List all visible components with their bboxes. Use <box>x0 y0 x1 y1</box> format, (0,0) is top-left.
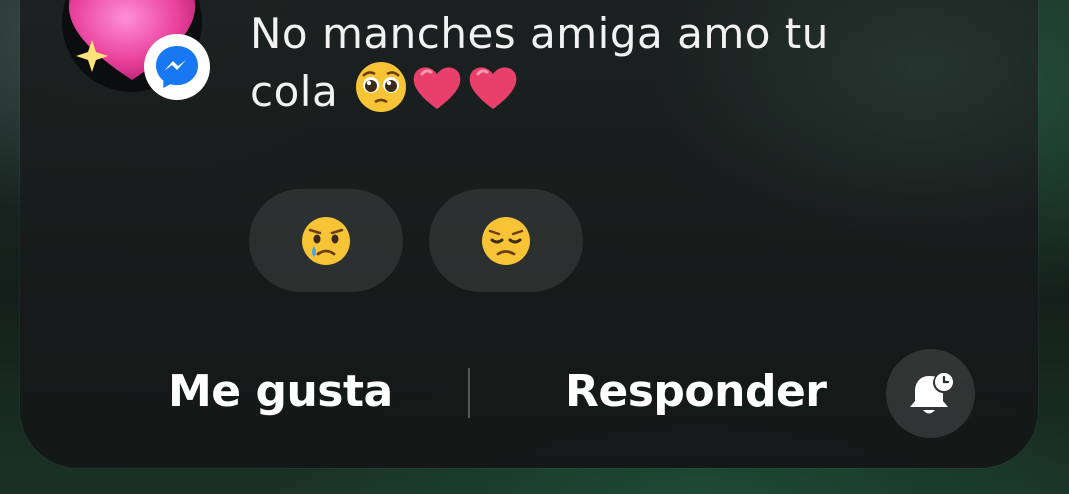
like-button[interactable]: Me gusta <box>168 362 393 422</box>
messenger-icon <box>156 46 198 88</box>
reply-button[interactable]: Responder <box>565 362 827 422</box>
reaction-crying-button[interactable] <box>249 189 403 292</box>
reaction-disappointed-button[interactable] <box>429 189 583 292</box>
sender-avatar-group[interactable] <box>62 0 212 102</box>
red-heart-icon <box>466 60 520 126</box>
pleading-face-icon <box>354 60 408 126</box>
message-line-2: cola <box>250 60 890 126</box>
crying-face-icon <box>302 216 350 265</box>
message-line-2-text: cola <box>250 67 339 116</box>
snooze-button[interactable] <box>886 349 975 438</box>
red-heart-icon <box>410 60 464 126</box>
disappointed-face-icon <box>482 216 530 265</box>
message-line-1: No manches amiga amo tu <box>250 9 829 58</box>
messenger-badge <box>144 34 210 100</box>
action-divider <box>468 368 470 418</box>
message-text: No manches amiga amo tu cola <box>250 8 890 126</box>
bell-snooze-icon <box>909 372 953 413</box>
